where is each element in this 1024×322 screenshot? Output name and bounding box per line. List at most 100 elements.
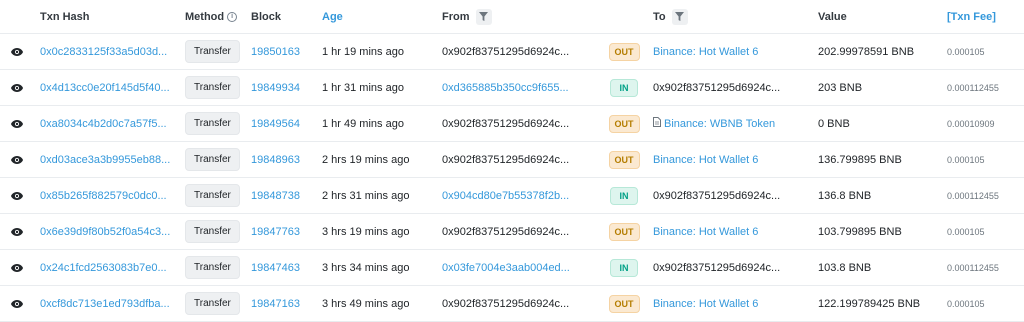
method-badge: Transfer — [185, 112, 240, 135]
txn-fee-text: 0.000112455 — [947, 262, 999, 273]
txn-hash-link[interactable]: 0x4d13cc0e20f145d5f40... — [40, 70, 175, 105]
table-row: 0x6e39d9f80b52f0a54c3... Transfer 198477… — [0, 214, 1024, 250]
to-address: 0x902f83751295d6924c... — [653, 178, 813, 213]
method-cell: Transfer — [185, 250, 247, 285]
method-badge: Transfer — [185, 76, 240, 99]
to-address[interactable]: Binance: Hot Wallet 6 — [653, 286, 813, 321]
method-cell: Transfer — [185, 142, 247, 177]
direction-cell: OUT — [606, 286, 642, 321]
direction-badge: OUT — [608, 42, 640, 61]
eye-icon[interactable] — [7, 294, 27, 314]
to-address[interactable]: Binance: Hot Wallet 6 — [653, 142, 813, 177]
eye-icon[interactable] — [7, 114, 27, 134]
txn-hash-link[interactable]: 0x85b265f882579c0dc0... — [40, 178, 175, 213]
txn-hash-link[interactable]: 0x0c2833125f33a5d03d... — [40, 34, 175, 69]
filter-icon[interactable] — [671, 8, 688, 25]
direction-cell: IN — [606, 250, 642, 285]
block-link[interactable]: 19847463 — [251, 250, 317, 285]
header-from: From — [442, 0, 602, 33]
direction-cell: OUT — [606, 142, 642, 177]
transactions-table: Txn Hash Method i Block Age From To Valu… — [0, 0, 1024, 322]
eye-icon[interactable] — [7, 78, 27, 98]
to-address[interactable]: Binance: Hot Wallet 6 — [653, 214, 813, 249]
method-cell: Transfer — [185, 286, 247, 321]
from-address-link[interactable]: 0x03fe7004e3aab004ed... — [442, 250, 602, 285]
direction-badge: OUT — [608, 114, 640, 133]
view-cell — [6, 106, 28, 141]
view-cell — [6, 70, 28, 105]
header-block: Block — [251, 10, 281, 23]
block-link[interactable]: 19849934 — [251, 70, 317, 105]
method-badge: Transfer — [185, 184, 240, 207]
to-address-link: Binance: Hot Wallet 6 — [653, 225, 759, 238]
from-address: 0x902f83751295d6924c... — [442, 225, 570, 238]
txn-fee-text: 0.000105 — [947, 226, 985, 237]
header-txn-fee-toggle[interactable]: [Txn Fee] — [947, 0, 1022, 33]
from-address: 0x902f83751295d6924c... — [442, 297, 570, 310]
value-text: 203 BNB — [818, 81, 863, 94]
direction-badge: IN — [610, 78, 638, 97]
from-address-link[interactable]: 0xd365885b350cc9f655... — [442, 70, 602, 105]
filter-icon[interactable] — [475, 8, 492, 25]
table-row: 0xd03ace3a3b9955eb88... Transfer 1984896… — [0, 142, 1024, 178]
block-link[interactable]: 19848963 — [251, 142, 317, 177]
header-to-label: To — [653, 10, 666, 23]
to-address: 0x902f83751295d6924c... — [653, 70, 813, 105]
txn-hash-link[interactable]: 0xa8034c4b2d0c7a57f5... — [40, 106, 175, 141]
table-header: Txn Hash Method i Block Age From To Valu… — [0, 0, 1024, 34]
block-link[interactable]: 19850163 — [251, 34, 317, 69]
to-address[interactable]: Binance: Hot Wallet 6 — [653, 34, 813, 69]
txn-fee-text: 0.000112455 — [947, 82, 999, 93]
age-text: 1 hr 31 mins ago — [322, 81, 404, 94]
from-address: 0x902f83751295d6924c... — [442, 153, 570, 166]
block-link[interactable]: 19848738 — [251, 178, 317, 213]
direction-badge: IN — [610, 258, 638, 277]
from-address: 0x902f83751295d6924c... — [442, 117, 570, 130]
to-address: 0x902f83751295d6924c... — [653, 250, 813, 285]
txn-fee-text: 0.000112455 — [947, 190, 999, 201]
header-to: To — [653, 0, 813, 33]
eye-icon[interactable] — [7, 42, 27, 62]
to-address-label: 0x902f83751295d6924c... — [653, 189, 781, 202]
to-address-link: Binance: Hot Wallet 6 — [653, 45, 759, 58]
to-address-label: 0x902f83751295d6924c... — [653, 81, 781, 94]
method-cell: Transfer — [185, 34, 247, 69]
value-text: 202.99978591 BNB — [818, 45, 915, 58]
eye-icon[interactable] — [7, 186, 27, 206]
eye-icon[interactable] — [7, 258, 27, 278]
header-age-toggle[interactable]: Age — [322, 0, 437, 33]
txn-fee-text: 0.00010909 — [947, 118, 995, 129]
view-cell — [6, 214, 28, 249]
age-text: 3 hrs 19 mins ago — [322, 225, 410, 238]
block-link[interactable]: 19847163 — [251, 286, 317, 321]
value-text: 103.799895 BNB — [818, 225, 902, 238]
from-address-link[interactable]: 0x904cd80e7b55378f2b... — [442, 178, 602, 213]
age-text: 1 hr 19 mins ago — [322, 45, 404, 58]
block-link[interactable]: 19847763 — [251, 214, 317, 249]
age-text: 1 hr 49 mins ago — [322, 117, 404, 130]
method-cell: Transfer — [185, 214, 247, 249]
view-cell — [6, 34, 28, 69]
table-row: 0x24c1fcd2563083b7e0... Transfer 1984746… — [0, 250, 1024, 286]
block-link[interactable]: 19849564 — [251, 106, 317, 141]
txn-hash-link[interactable]: 0x6e39d9f80b52f0a54c3... — [40, 214, 175, 249]
to-address[interactable]: Binance: WBNB Token — [653, 106, 813, 141]
txn-hash-link[interactable]: 0xcf8dc713e1ed793dfba... — [40, 286, 175, 321]
age-text: 3 hrs 49 mins ago — [322, 297, 410, 310]
value-text: 136.799895 BNB — [818, 153, 902, 166]
info-icon[interactable]: i — [227, 11, 238, 22]
age-text: 2 hrs 31 mins ago — [322, 189, 410, 202]
txn-hash-link[interactable]: 0xd03ace3a3b9955eb88... — [40, 142, 175, 177]
direction-cell: OUT — [606, 106, 642, 141]
txn-hash-link[interactable]: 0x24c1fcd2563083b7e0... — [40, 250, 175, 285]
view-cell — [6, 250, 28, 285]
view-cell — [6, 178, 28, 213]
to-address-link: Binance: WBNB Token — [664, 117, 776, 130]
method-badge: Transfer — [185, 256, 240, 279]
value-text: 122.199789425 BNB — [818, 297, 921, 310]
eye-icon[interactable] — [7, 222, 27, 242]
method-cell: Transfer — [185, 178, 247, 213]
table-row: 0x4d13cc0e20f145d5f40... Transfer 198499… — [0, 70, 1024, 106]
method-cell: Transfer — [185, 70, 247, 105]
eye-icon[interactable] — [7, 150, 27, 170]
